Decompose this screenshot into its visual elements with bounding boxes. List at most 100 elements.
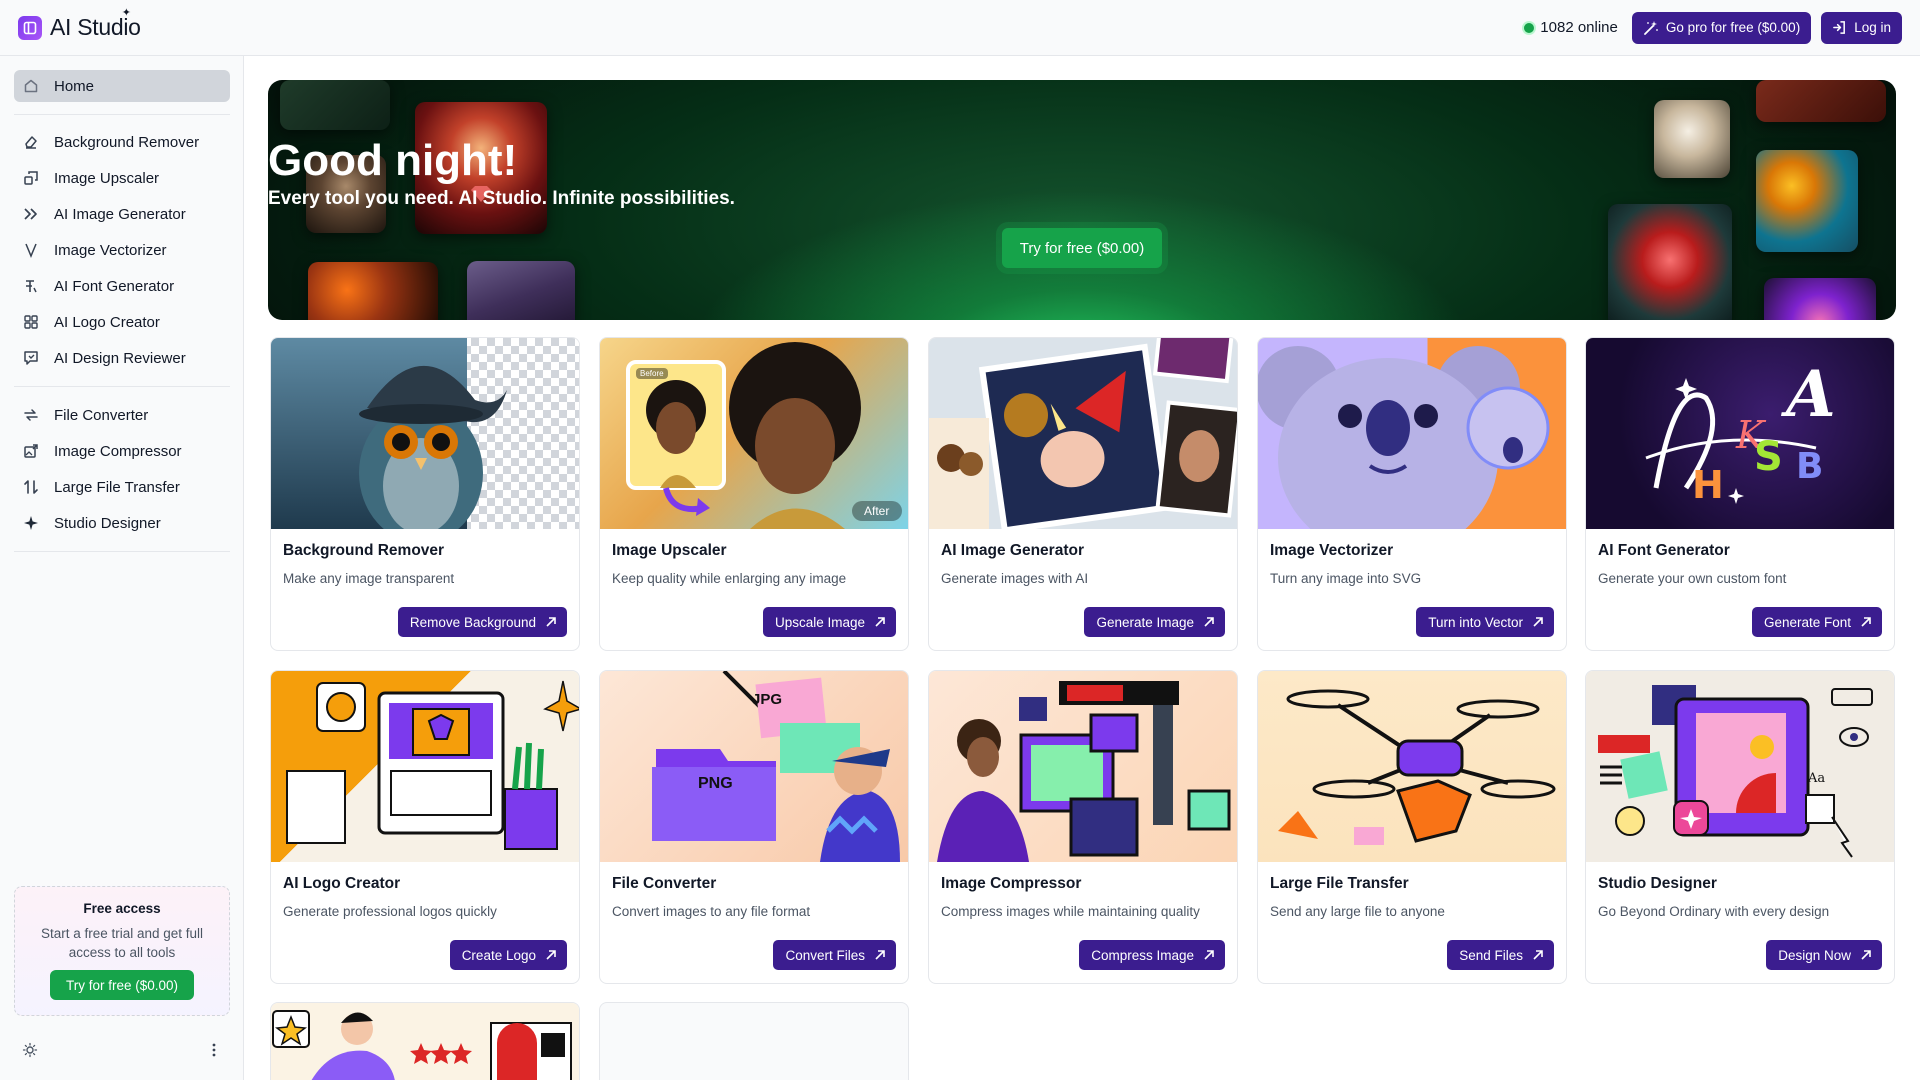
hero-banner: Good night! Every tool you need. AI Stud… [268,80,1896,320]
hero-neon-image [1764,278,1876,320]
turn-into-vector-button[interactable]: Turn into Vector [1416,607,1554,637]
sparkle-icon [22,514,40,532]
arrow-up-right-icon [1861,950,1871,960]
sidebar-item-ai-design-reviewer[interactable]: AI Design Reviewer [14,342,230,374]
card-title: Image Compressor [941,875,1082,892]
hero-forest-image [467,261,575,320]
owl-illustration [271,338,579,529]
card-description: Send any large file to anyone [1270,904,1445,919]
compress-icon [22,442,40,460]
studio-logo-icon [18,15,42,40]
login-button[interactable]: Log in [1821,11,1902,44]
tool-card-ai-logo-creator[interactable]: AI Logo Creator Generate professional lo… [270,670,580,984]
convert-files-button[interactable]: Convert Files [773,940,896,970]
transfer-icon [22,478,40,496]
generator-illustration [929,338,1237,529]
arrow-up-right-icon [1533,617,1543,627]
tool-card-image-vectorizer[interactable]: Image Vectorizer Turn any image into SVG… [1257,337,1567,651]
png-tag: PNG [698,775,733,792]
convert-icon [22,406,40,424]
design-now-button[interactable]: Design Now [1766,940,1882,970]
arrow-up-right-icon [1861,617,1871,627]
tool-card-placeholder [599,1002,909,1080]
vise-images-icon [937,681,1231,862]
nav-divider [14,114,230,115]
go-pro-button[interactable]: Go pro for free ($0.00) [1631,11,1812,44]
arrow-up-right-icon [1533,950,1543,960]
tool-card-ai-image-generator[interactable]: AI Image Generator Generate images with … [928,337,1238,651]
upscale-illustration: Before After [600,338,908,529]
theme-toggle-icon[interactable] [22,1042,38,1063]
font-illustration: K S H B A [1586,338,1894,529]
arrow-up-right-icon [546,950,556,960]
card-title: Large File Transfer [1270,875,1409,892]
create-logo-button[interactable]: Create Logo [449,940,567,970]
free-access-card: Free access Start a free trial and get f… [14,886,230,1016]
sidebar-item-file-converter[interactable]: File Converter [14,399,230,431]
login-icon [1833,21,1846,34]
hero-red-image [1756,80,1886,122]
tool-card-image-upscaler[interactable]: Before After Image Upscaler Keep quality… [599,337,909,651]
card-title: Background Remover [283,542,445,559]
tool-card-image-compressor[interactable]: Image Compressor Compress images while m… [928,670,1238,984]
free-access-title: Free access [83,901,161,916]
before-label: Before [636,368,668,379]
hero-flower-image [308,262,438,320]
sidebar-item-image-upscaler[interactable]: Image Upscaler [14,162,230,194]
drone-package-icon [1278,689,1556,845]
design-canvas-icon [1598,685,1873,858]
sidebar-item-studio-designer[interactable]: Studio Designer [14,507,230,539]
arrow-up-right-icon [875,950,885,960]
laptop-logo-icon [286,680,579,850]
online-dot-icon [1524,22,1535,33]
tool-card-background-remover[interactable]: Background Remover Make any image transp… [270,337,580,651]
sidebar-item-image-compressor[interactable]: Image Compressor [14,435,230,467]
magic-wand-icon [1643,20,1658,35]
owl-wizard-icon [271,338,507,529]
app-name: AI Studio ✦ [50,7,141,40]
sidebar-item-ai-logo-creator[interactable]: AI Logo Creator [14,306,230,338]
sidebar-item-large-file-transfer[interactable]: Large File Transfer [14,471,230,503]
brand[interactable]: AI Studio ✦ [18,7,141,41]
logo-grid-icon [22,313,40,331]
jpg-tag: JPG [752,691,783,708]
sidebar-item-image-vectorizer[interactable]: Image Vectorizer [14,234,230,266]
arrow-up-right-icon [875,617,885,627]
sidebar-item-home[interactable]: Home [14,70,230,102]
tool-card-ai-font-generator[interactable]: K S H B A AI Font Generator Generate you… [1585,337,1895,651]
sidebar-item-ai-image-generator[interactable]: AI Image Generator [14,198,230,230]
nav-divider [14,386,230,387]
top-bar: AI Studio ✦ 1082 online Go pro for free (… [0,0,1920,56]
upscale-image-button[interactable]: Upscale Image [762,607,896,637]
generate-image-button[interactable]: Generate Image [1084,607,1225,637]
card-title: File Converter [612,875,717,892]
remove-background-button[interactable]: Remove Background [397,607,567,637]
card-description: Keep quality while enlarging any image [612,571,847,586]
free-trial-button[interactable]: Try for free ($0.00) [50,970,194,1000]
card-title: AI Image Generator [941,542,1084,559]
compress-image-button[interactable]: Compress Image [1079,940,1225,970]
card-title: AI Logo Creator [283,875,401,892]
sidebar-item-ai-font-generator[interactable]: AI Font Generator [14,270,230,302]
compressor-illustration [929,671,1237,862]
sidebar: Home Background Remover Image Upscaler A… [0,56,244,1080]
hero-leaf-image [280,80,390,130]
arrow-up-right-icon [1204,950,1214,960]
koala-vector-icon [1258,346,1550,529]
font-icon [22,277,40,295]
tool-card-design-reviewer[interactable] [270,1002,580,1080]
sidebar-item-background-remover[interactable]: Background Remover [14,126,230,158]
more-options-icon[interactable] [206,1042,222,1063]
review-icon [22,349,40,367]
logo-creator-illustration [271,671,579,862]
svg-text:S: S [1754,434,1783,480]
generate-font-button[interactable]: Generate Font [1751,607,1882,637]
hero-try-free-button[interactable]: Try for free ($0.00) [1002,228,1162,268]
tool-card-studio-designer[interactable]: Aa Studio Designer Go Beyond Ordinary wi… [1585,670,1895,984]
svg-text:H: H [1692,463,1724,507]
vector-icon [22,241,40,259]
card-title: Studio Designer [1598,875,1717,892]
send-files-button[interactable]: Send Files [1447,940,1554,970]
tool-card-file-converter[interactable]: JPG PNG File Converter Convert images to… [599,670,909,984]
tool-card-large-file-transfer[interactable]: Large File Transfer Send any large file … [1257,670,1567,984]
